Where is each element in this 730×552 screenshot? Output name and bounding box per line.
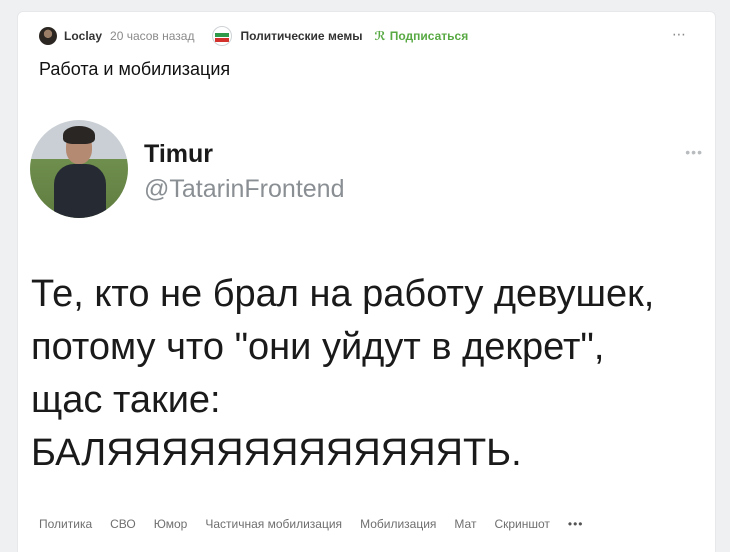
- subscribe-button[interactable]: Подписаться: [390, 29, 468, 43]
- post-card: Loclay 20 часов назад Политические мемы …: [17, 11, 716, 552]
- tweet-line: потому что "они уйдут в декрет",: [31, 326, 605, 368]
- more-tags-icon[interactable]: •••: [568, 517, 584, 531]
- post-title[interactable]: Работа и мобилизация: [39, 59, 230, 80]
- tag-list: Политика СВО Юмор Частичная мобилизация …: [39, 517, 602, 531]
- tweet-menu-icon: •••: [685, 144, 703, 160]
- tag-mat[interactable]: Мат: [454, 517, 476, 531]
- tag-partial-mobilization[interactable]: Частичная мобилизация: [205, 517, 342, 531]
- tag-screenshot[interactable]: Скриншот: [494, 517, 549, 531]
- post-time[interactable]: 20 часов назад: [110, 29, 194, 43]
- tweet-line: Те, кто не брал на работу девушек,: [31, 273, 655, 315]
- tag-politics[interactable]: Политика: [39, 517, 92, 531]
- tweet-avatar: [30, 120, 128, 218]
- post-header: Loclay 20 часов назад Политические мемы …: [39, 26, 468, 46]
- post-menu-icon[interactable]: ⋯: [672, 26, 687, 43]
- community-name[interactable]: Политические мемы: [240, 29, 362, 43]
- tag-svo[interactable]: СВО: [110, 517, 136, 531]
- tweet-line: щас такие:: [31, 379, 221, 421]
- subscribe-icon[interactable]: ℛ: [374, 29, 385, 43]
- avatar-body: [54, 164, 106, 218]
- tweet-author-handle: @TatarinFrontend: [144, 175, 345, 203]
- author-name[interactable]: Loclay: [64, 29, 102, 43]
- author-avatar[interactable]: [39, 27, 57, 45]
- tag-humor[interactable]: Юмор: [154, 517, 188, 531]
- avatar-hair: [63, 126, 95, 144]
- tweet-text: Те, кто не брал на работу девушек, потом…: [31, 268, 711, 480]
- tag-mobilization[interactable]: Мобилизация: [360, 517, 436, 531]
- community-icon[interactable]: [212, 26, 233, 46]
- tweet-author-name: Timur: [144, 140, 213, 168]
- tweet-line: БАЛЯЯЯЯЯЯЯЯЯЯЯЯЯТЬ.: [31, 432, 522, 474]
